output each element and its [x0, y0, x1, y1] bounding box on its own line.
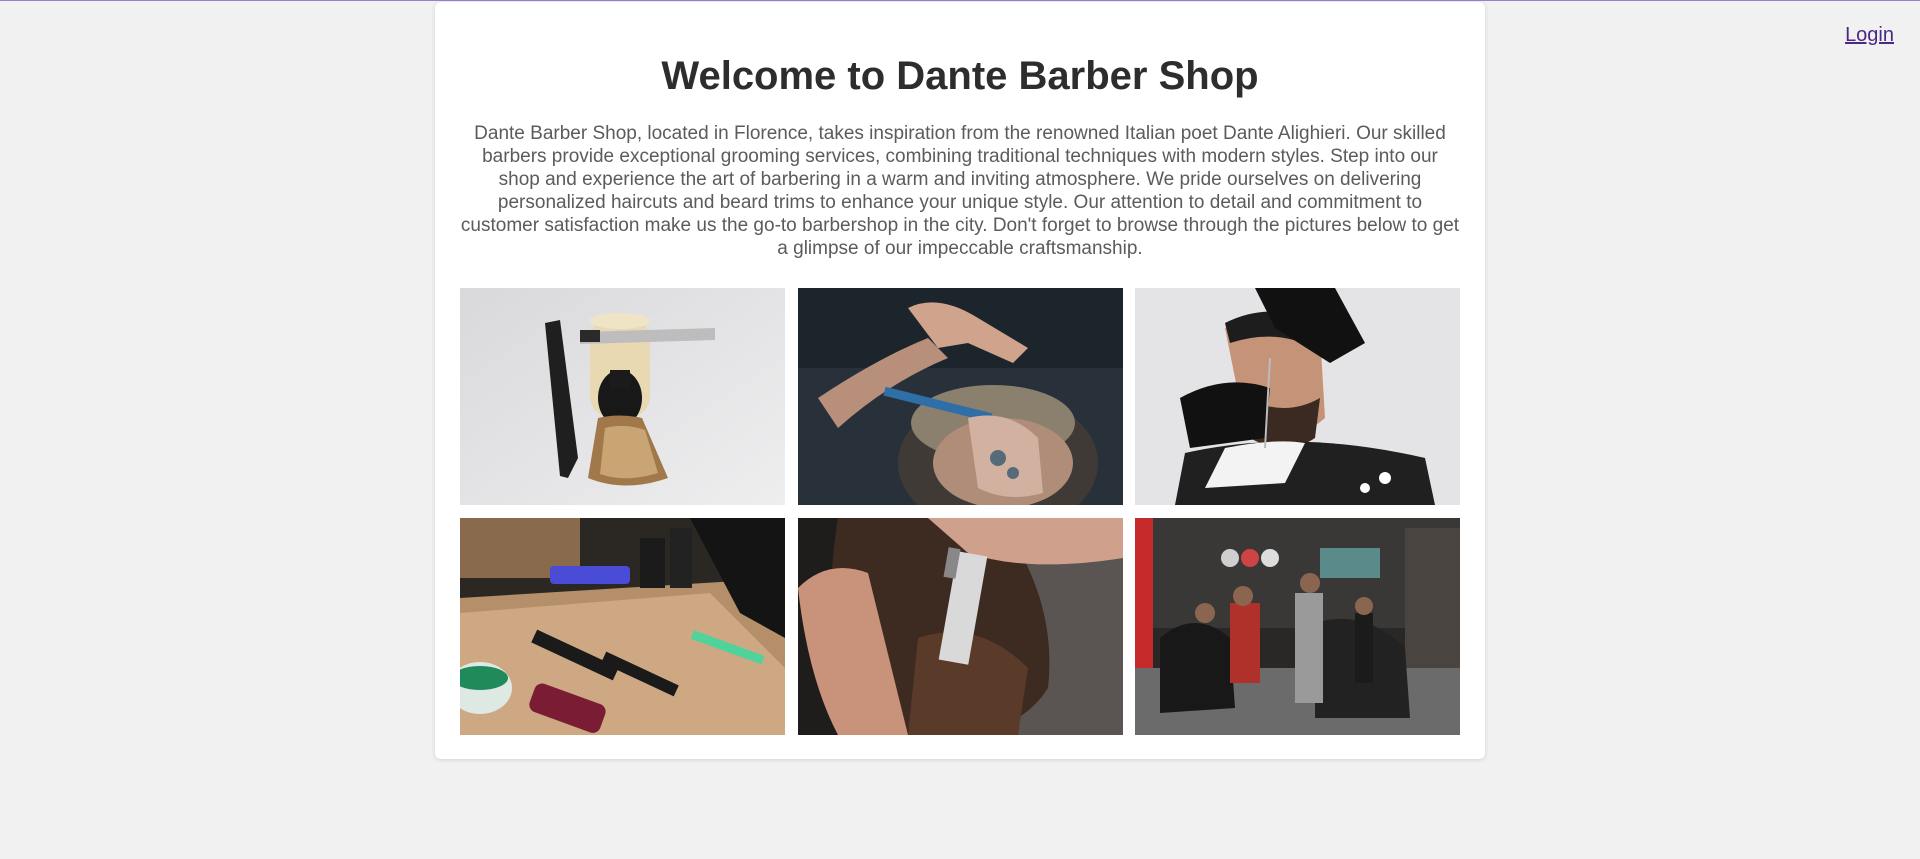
- photo-gallery: [460, 288, 1460, 736]
- gallery-photo-barber-tools: [460, 518, 785, 735]
- page-title: Welcome to Dante Barber Shop: [661, 54, 1259, 98]
- gallery-photo-beard-trim: [1135, 288, 1460, 505]
- top-accent-line: [0, 0, 1920, 1]
- intro-paragraph: Dante Barber Shop, located in Florence, …: [460, 123, 1460, 259]
- gallery-photo-shop-interior: [1135, 518, 1460, 735]
- gallery-photo-razor-and-brush: [460, 288, 785, 505]
- gallery-photo-fade-haircut: [797, 288, 1123, 505]
- gallery-photo-razor-shave: [797, 518, 1123, 735]
- login-link[interactable]: Login: [1845, 24, 1894, 47]
- content-card: Welcome to Dante Barber Shop Dante Barbe…: [435, 2, 1485, 759]
